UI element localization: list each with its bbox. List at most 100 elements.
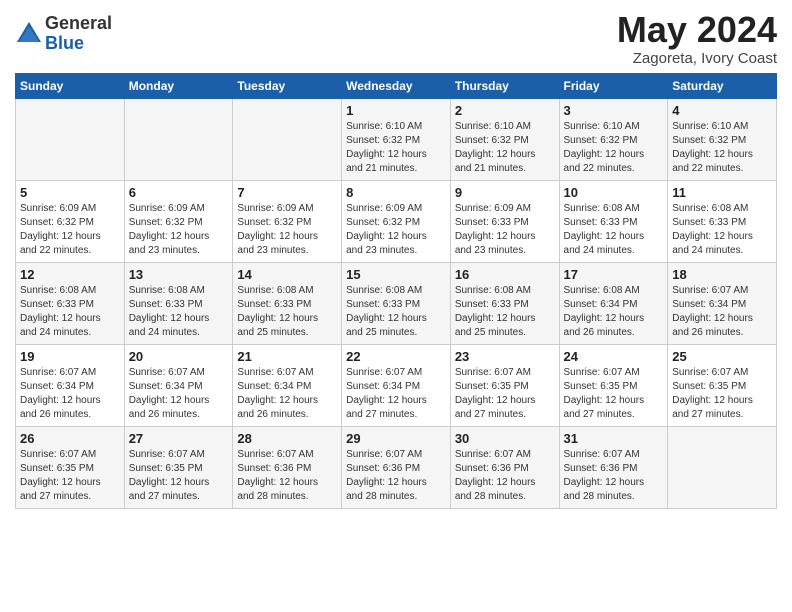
day-number: 5 (20, 185, 120, 200)
day-number: 18 (672, 267, 772, 282)
day-info: Sunrise: 6:08 AM Sunset: 6:33 PM Dayligh… (129, 284, 229, 340)
calendar-cell: 30 Sunrise: 6:07 AM Sunset: 6:36 PM Dayli… (450, 426, 559, 508)
day-number: 29 (346, 431, 446, 446)
header: General Blue May 2024 Zagoreta, Ivory Co… (15, 10, 777, 67)
calendar-cell: 27 Sunrise: 6:07 AM Sunset: 6:35 PM Dayli… (124, 426, 233, 508)
day-info: Sunrise: 6:10 AM Sunset: 6:32 PM Dayligh… (672, 120, 772, 176)
day-info: Sunrise: 6:07 AM Sunset: 6:36 PM Dayligh… (237, 448, 337, 504)
day-info: Sunrise: 6:07 AM Sunset: 6:34 PM Dayligh… (346, 366, 446, 422)
day-info: Sunrise: 6:09 AM Sunset: 6:32 PM Dayligh… (129, 202, 229, 258)
day-number: 6 (129, 185, 229, 200)
day-info: Sunrise: 6:10 AM Sunset: 6:32 PM Dayligh… (564, 120, 664, 176)
day-number: 17 (564, 267, 664, 282)
calendar-cell: 28 Sunrise: 6:07 AM Sunset: 6:36 PM Dayli… (233, 426, 342, 508)
calendar-cell (668, 426, 777, 508)
calendar-cell: 5 Sunrise: 6:09 AM Sunset: 6:32 PM Daylig… (16, 180, 125, 262)
calendar-cell: 16 Sunrise: 6:08 AM Sunset: 6:33 PM Dayli… (450, 262, 559, 344)
day-number: 22 (346, 349, 446, 364)
title-block: May 2024 Zagoreta, Ivory Coast (617, 10, 777, 67)
day-number: 28 (237, 431, 337, 446)
calendar-cell: 3Sunrise: 6:10 AM Sunset: 6:32 PM Daylig… (559, 98, 668, 180)
col-header-wednesday: Wednesday (342, 73, 451, 98)
day-info: Sunrise: 6:10 AM Sunset: 6:32 PM Dayligh… (455, 120, 555, 176)
calendar-cell: 17 Sunrise: 6:08 AM Sunset: 6:34 PM Dayli… (559, 262, 668, 344)
day-info: Sunrise: 6:07 AM Sunset: 6:34 PM Dayligh… (20, 366, 120, 422)
day-info: Sunrise: 6:07 AM Sunset: 6:36 PM Dayligh… (346, 448, 446, 504)
day-info: Sunrise: 6:09 AM Sunset: 6:32 PM Dayligh… (237, 202, 337, 258)
header-row: SundayMondayTuesdayWednesdayThursdayFrid… (16, 73, 777, 98)
col-header-sunday: Sunday (16, 73, 125, 98)
day-number: 9 (455, 185, 555, 200)
calendar-cell: 9 Sunrise: 6:09 AM Sunset: 6:33 PM Daylig… (450, 180, 559, 262)
calendar-cell: 18 Sunrise: 6:07 AM Sunset: 6:34 PM Dayli… (668, 262, 777, 344)
calendar-cell: 6 Sunrise: 6:09 AM Sunset: 6:32 PM Daylig… (124, 180, 233, 262)
week-row-4: 19 Sunrise: 6:07 AM Sunset: 6:34 PM Dayli… (16, 344, 777, 426)
day-number: 13 (129, 267, 229, 282)
logo-blue: Blue (45, 34, 112, 54)
day-info: Sunrise: 6:07 AM Sunset: 6:36 PM Dayligh… (564, 448, 664, 504)
day-number: 23 (455, 349, 555, 364)
day-number: 12 (20, 267, 120, 282)
week-row-1: 1 Sunrise: 6:10 AM Sunset: 6:32 PM Daylig… (16, 98, 777, 180)
calendar-cell: 31Sunrise: 6:07 AM Sunset: 6:36 PM Dayli… (559, 426, 668, 508)
day-number: 16 (455, 267, 555, 282)
day-info: Sunrise: 6:09 AM Sunset: 6:33 PM Dayligh… (455, 202, 555, 258)
day-info: Sunrise: 6:07 AM Sunset: 6:36 PM Dayligh… (455, 448, 555, 504)
calendar-cell: 25Sunrise: 6:07 AM Sunset: 6:35 PM Dayli… (668, 344, 777, 426)
month-title: May 2024 (617, 10, 777, 50)
day-number: 2 (455, 103, 555, 118)
day-info: Sunrise: 6:08 AM Sunset: 6:33 PM Dayligh… (237, 284, 337, 340)
day-number: 30 (455, 431, 555, 446)
calendar-cell: 2 Sunrise: 6:10 AM Sunset: 6:32 PM Daylig… (450, 98, 559, 180)
day-number: 11 (672, 185, 772, 200)
calendar-cell: 11Sunrise: 6:08 AM Sunset: 6:33 PM Dayli… (668, 180, 777, 262)
location: Zagoreta, Ivory Coast (617, 50, 777, 67)
calendar-cell: 22 Sunrise: 6:07 AM Sunset: 6:34 PM Dayli… (342, 344, 451, 426)
calendar-cell: 24 Sunrise: 6:07 AM Sunset: 6:35 PM Dayli… (559, 344, 668, 426)
calendar-cell: 19 Sunrise: 6:07 AM Sunset: 6:34 PM Dayli… (16, 344, 125, 426)
col-header-monday: Monday (124, 73, 233, 98)
day-number: 19 (20, 349, 120, 364)
calendar-cell: 23Sunrise: 6:07 AM Sunset: 6:35 PM Dayli… (450, 344, 559, 426)
calendar-cell: 26Sunrise: 6:07 AM Sunset: 6:35 PM Dayli… (16, 426, 125, 508)
day-info: Sunrise: 6:07 AM Sunset: 6:35 PM Dayligh… (564, 366, 664, 422)
calendar-cell (124, 98, 233, 180)
col-header-friday: Friday (559, 73, 668, 98)
logo-icon (15, 20, 43, 48)
calendar-cell: 4 Sunrise: 6:10 AM Sunset: 6:32 PM Daylig… (668, 98, 777, 180)
day-number: 4 (672, 103, 772, 118)
day-number: 15 (346, 267, 446, 282)
calendar-cell: 14 Sunrise: 6:08 AM Sunset: 6:33 PM Dayli… (233, 262, 342, 344)
day-number: 25 (672, 349, 772, 364)
day-number: 1 (346, 103, 446, 118)
day-number: 20 (129, 349, 229, 364)
calendar-cell: 1 Sunrise: 6:10 AM Sunset: 6:32 PM Daylig… (342, 98, 451, 180)
day-number: 7 (237, 185, 337, 200)
day-number: 10 (564, 185, 664, 200)
calendar-cell: 10Sunrise: 6:08 AM Sunset: 6:33 PM Dayli… (559, 180, 668, 262)
calendar-cell: 15 Sunrise: 6:08 AM Sunset: 6:33 PM Dayli… (342, 262, 451, 344)
logo-text: General Blue (45, 14, 112, 54)
day-number: 24 (564, 349, 664, 364)
page: General Blue May 2024 Zagoreta, Ivory Co… (0, 0, 792, 524)
day-info: Sunrise: 6:08 AM Sunset: 6:33 PM Dayligh… (455, 284, 555, 340)
day-info: Sunrise: 6:07 AM Sunset: 6:34 PM Dayligh… (237, 366, 337, 422)
col-header-saturday: Saturday (668, 73, 777, 98)
day-number: 26 (20, 431, 120, 446)
day-info: Sunrise: 6:07 AM Sunset: 6:34 PM Dayligh… (672, 284, 772, 340)
day-number: 8 (346, 185, 446, 200)
calendar-cell: 8 Sunrise: 6:09 AM Sunset: 6:32 PM Daylig… (342, 180, 451, 262)
col-header-tuesday: Tuesday (233, 73, 342, 98)
day-info: Sunrise: 6:07 AM Sunset: 6:35 PM Dayligh… (129, 448, 229, 504)
day-info: Sunrise: 6:10 AM Sunset: 6:32 PM Dayligh… (346, 120, 446, 176)
day-info: Sunrise: 6:08 AM Sunset: 6:34 PM Dayligh… (564, 284, 664, 340)
day-info: Sunrise: 6:09 AM Sunset: 6:32 PM Dayligh… (346, 202, 446, 258)
calendar-cell: 21 Sunrise: 6:07 AM Sunset: 6:34 PM Dayli… (233, 344, 342, 426)
logo: General Blue (15, 14, 112, 54)
day-number: 21 (237, 349, 337, 364)
calendar-cell: 12Sunrise: 6:08 AM Sunset: 6:33 PM Dayli… (16, 262, 125, 344)
day-info: Sunrise: 6:08 AM Sunset: 6:33 PM Dayligh… (346, 284, 446, 340)
day-info: Sunrise: 6:09 AM Sunset: 6:32 PM Dayligh… (20, 202, 120, 258)
day-number: 14 (237, 267, 337, 282)
day-number: 27 (129, 431, 229, 446)
